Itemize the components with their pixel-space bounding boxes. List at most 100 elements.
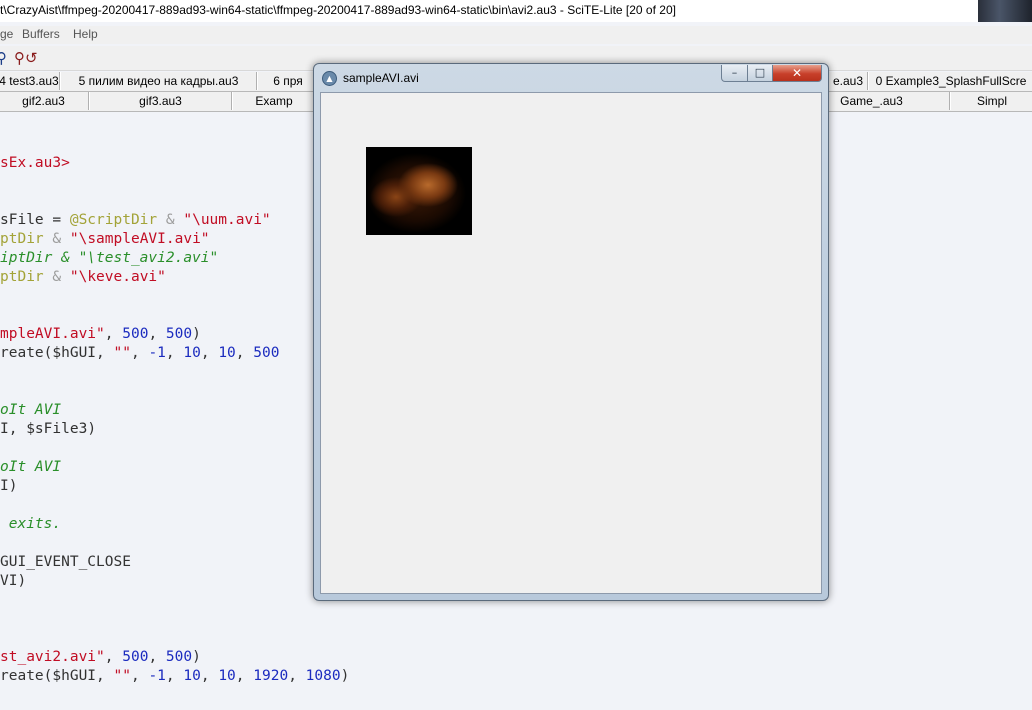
code-token: ,	[130, 345, 149, 361]
code-token: ,	[104, 326, 123, 342]
code-line: ptDir & "\keve.avi"	[0, 268, 166, 286]
code-token: ,	[235, 668, 254, 684]
code-token: ,	[200, 345, 219, 361]
code-line: GUI_EVENT_CLOSE	[0, 553, 131, 571]
code-token: 1080	[305, 668, 341, 684]
code-token: &	[157, 212, 184, 228]
autoit-app-icon: ▲	[322, 71, 337, 86]
code-token: iptDir & "\test_avi2.avi"	[0, 250, 219, 266]
code-token: )	[87, 421, 97, 437]
code-token: )	[340, 668, 350, 684]
code-token: ,	[235, 345, 254, 361]
code-token: 500	[122, 649, 149, 665]
tab-gif3[interactable]: gif3.au3	[89, 92, 232, 110]
code-token: ,	[148, 649, 166, 665]
code-token: )	[192, 326, 201, 342]
code-token: VI)	[0, 573, 27, 589]
menu-bar: ge Buffers Help	[0, 26, 1032, 44]
code-line: sEx.au3>	[0, 154, 70, 172]
code-token: "\keve.avi"	[69, 269, 166, 285]
code-token: -1	[148, 668, 166, 684]
tab-test3[interactable]: 4 test3.au3	[0, 72, 60, 90]
code-token: 10	[183, 668, 201, 684]
menu-item-language[interactable]: ge	[0, 27, 13, 41]
code-token: @ScriptDir	[69, 212, 158, 228]
tab-pilim-video[interactable]: 5 пилим видео на кадры.au3	[60, 72, 257, 90]
code-token: )	[192, 649, 201, 665]
code-line: exits.	[0, 515, 61, 533]
code-line: oIt AVI	[0, 458, 61, 476]
code-token: ptDir	[0, 231, 44, 247]
menu-item-help[interactable]: Help	[73, 27, 98, 41]
code-line: st_avi2.avi", 500, 500)	[0, 648, 201, 666]
close-button[interactable]: ✕	[772, 65, 822, 82]
code-token: 1920	[253, 668, 289, 684]
code-line: I, $sFile3)	[0, 420, 96, 438]
code-token: -1	[148, 345, 166, 361]
code-token: $hGUI	[52, 345, 97, 361]
code-token: I,	[0, 421, 27, 437]
code-token: exits.	[0, 516, 62, 532]
code-token: 10	[218, 668, 236, 684]
code-line: oIt AVI	[0, 401, 61, 419]
code-token: 500	[122, 326, 149, 342]
code-token: st_avi2.avi"	[0, 649, 105, 665]
code-line: mpleAVI.avi", 500, 500)	[0, 325, 201, 343]
tab-simpl[interactable]: Simpl	[950, 92, 1032, 110]
code-token: ,	[130, 668, 149, 684]
window-title: t\CrazyAist\ffmpeg-20200417-889ad93-win6…	[0, 3, 676, 17]
code-token: ""	[113, 668, 131, 684]
code-line: iptDir & "\test_avi2.avi"	[0, 249, 218, 267]
dialog-client-area	[320, 92, 822, 594]
tab-gif2[interactable]: gif2.au3	[0, 92, 89, 110]
code-line: ptDir & "\sampleAVI.avi"	[0, 230, 210, 248]
maximize-button[interactable]: □	[747, 65, 773, 82]
code-token: ,	[148, 326, 166, 342]
code-line: sFile = @ScriptDir & "\uum.avi"	[0, 211, 271, 229]
dialog-title: sampleAVI.avi	[343, 71, 419, 85]
code-token: 500	[253, 345, 280, 361]
menu-item-buffers[interactable]: Buffers	[22, 27, 60, 41]
code-token: ,	[165, 345, 184, 361]
code-token: reate(	[0, 345, 53, 361]
tab-e-au3[interactable]: e.au3	[828, 72, 868, 90]
code-line: I)	[0, 477, 17, 495]
code-token: sEx.au3>	[0, 155, 70, 171]
code-token: &	[43, 231, 70, 247]
code-token: ""	[113, 345, 131, 361]
code-token: &	[43, 269, 70, 285]
code-line: VI)	[0, 572, 26, 590]
code-token: ptDir	[0, 269, 44, 285]
background-window-edge	[978, 0, 1032, 22]
code-line: reate($hGUI, "", -1, 10, 10, 1920, 1080)	[0, 667, 349, 685]
code-token: GUI_EVENT_CLOSE	[0, 554, 131, 570]
code-token: ,	[200, 668, 219, 684]
code-token: $sFile3	[26, 421, 88, 437]
tab-prya[interactable]: 6 пря	[257, 72, 319, 90]
code-token: 500	[165, 649, 193, 665]
code-token: "\uum.avi"	[183, 212, 271, 228]
code-token: ,	[96, 668, 114, 684]
code-token: 10	[218, 345, 236, 361]
code-token: oIt AVI	[0, 402, 62, 418]
minimize-button[interactable]: –	[721, 65, 748, 82]
avi-player-window[interactable]: ▲ sampleAVI.avi – □ ✕	[313, 63, 829, 601]
code-line: reate($hGUI, "", -1, 10, 10, 500	[0, 344, 279, 362]
code-token: oIt AVI	[0, 459, 62, 475]
code-token: ,	[165, 668, 184, 684]
tab-examp[interactable]: Examp	[232, 92, 316, 110]
code-token: 10	[183, 345, 201, 361]
avi-video-frame	[366, 147, 472, 235]
replace-icon[interactable]: ⚲↺	[14, 49, 38, 67]
code-token: reate(	[0, 668, 53, 684]
code-token: "\sampleAVI.avi"	[69, 231, 210, 247]
code-token: ,	[96, 345, 114, 361]
tab-example3-splash[interactable]: 0 Example3_SplashFullScre	[868, 72, 1032, 90]
code-token: mpleAVI.avi"	[0, 326, 105, 342]
code-token: sFile =	[0, 212, 70, 228]
code-token: I)	[0, 478, 18, 494]
app-title-bar: t\CrazyAist\ffmpeg-20200417-889ad93-win6…	[0, 0, 1032, 22]
find-icon[interactable]: ⚲	[0, 49, 7, 67]
code-token: 500	[165, 326, 193, 342]
code-token: $hGUI	[52, 668, 97, 684]
